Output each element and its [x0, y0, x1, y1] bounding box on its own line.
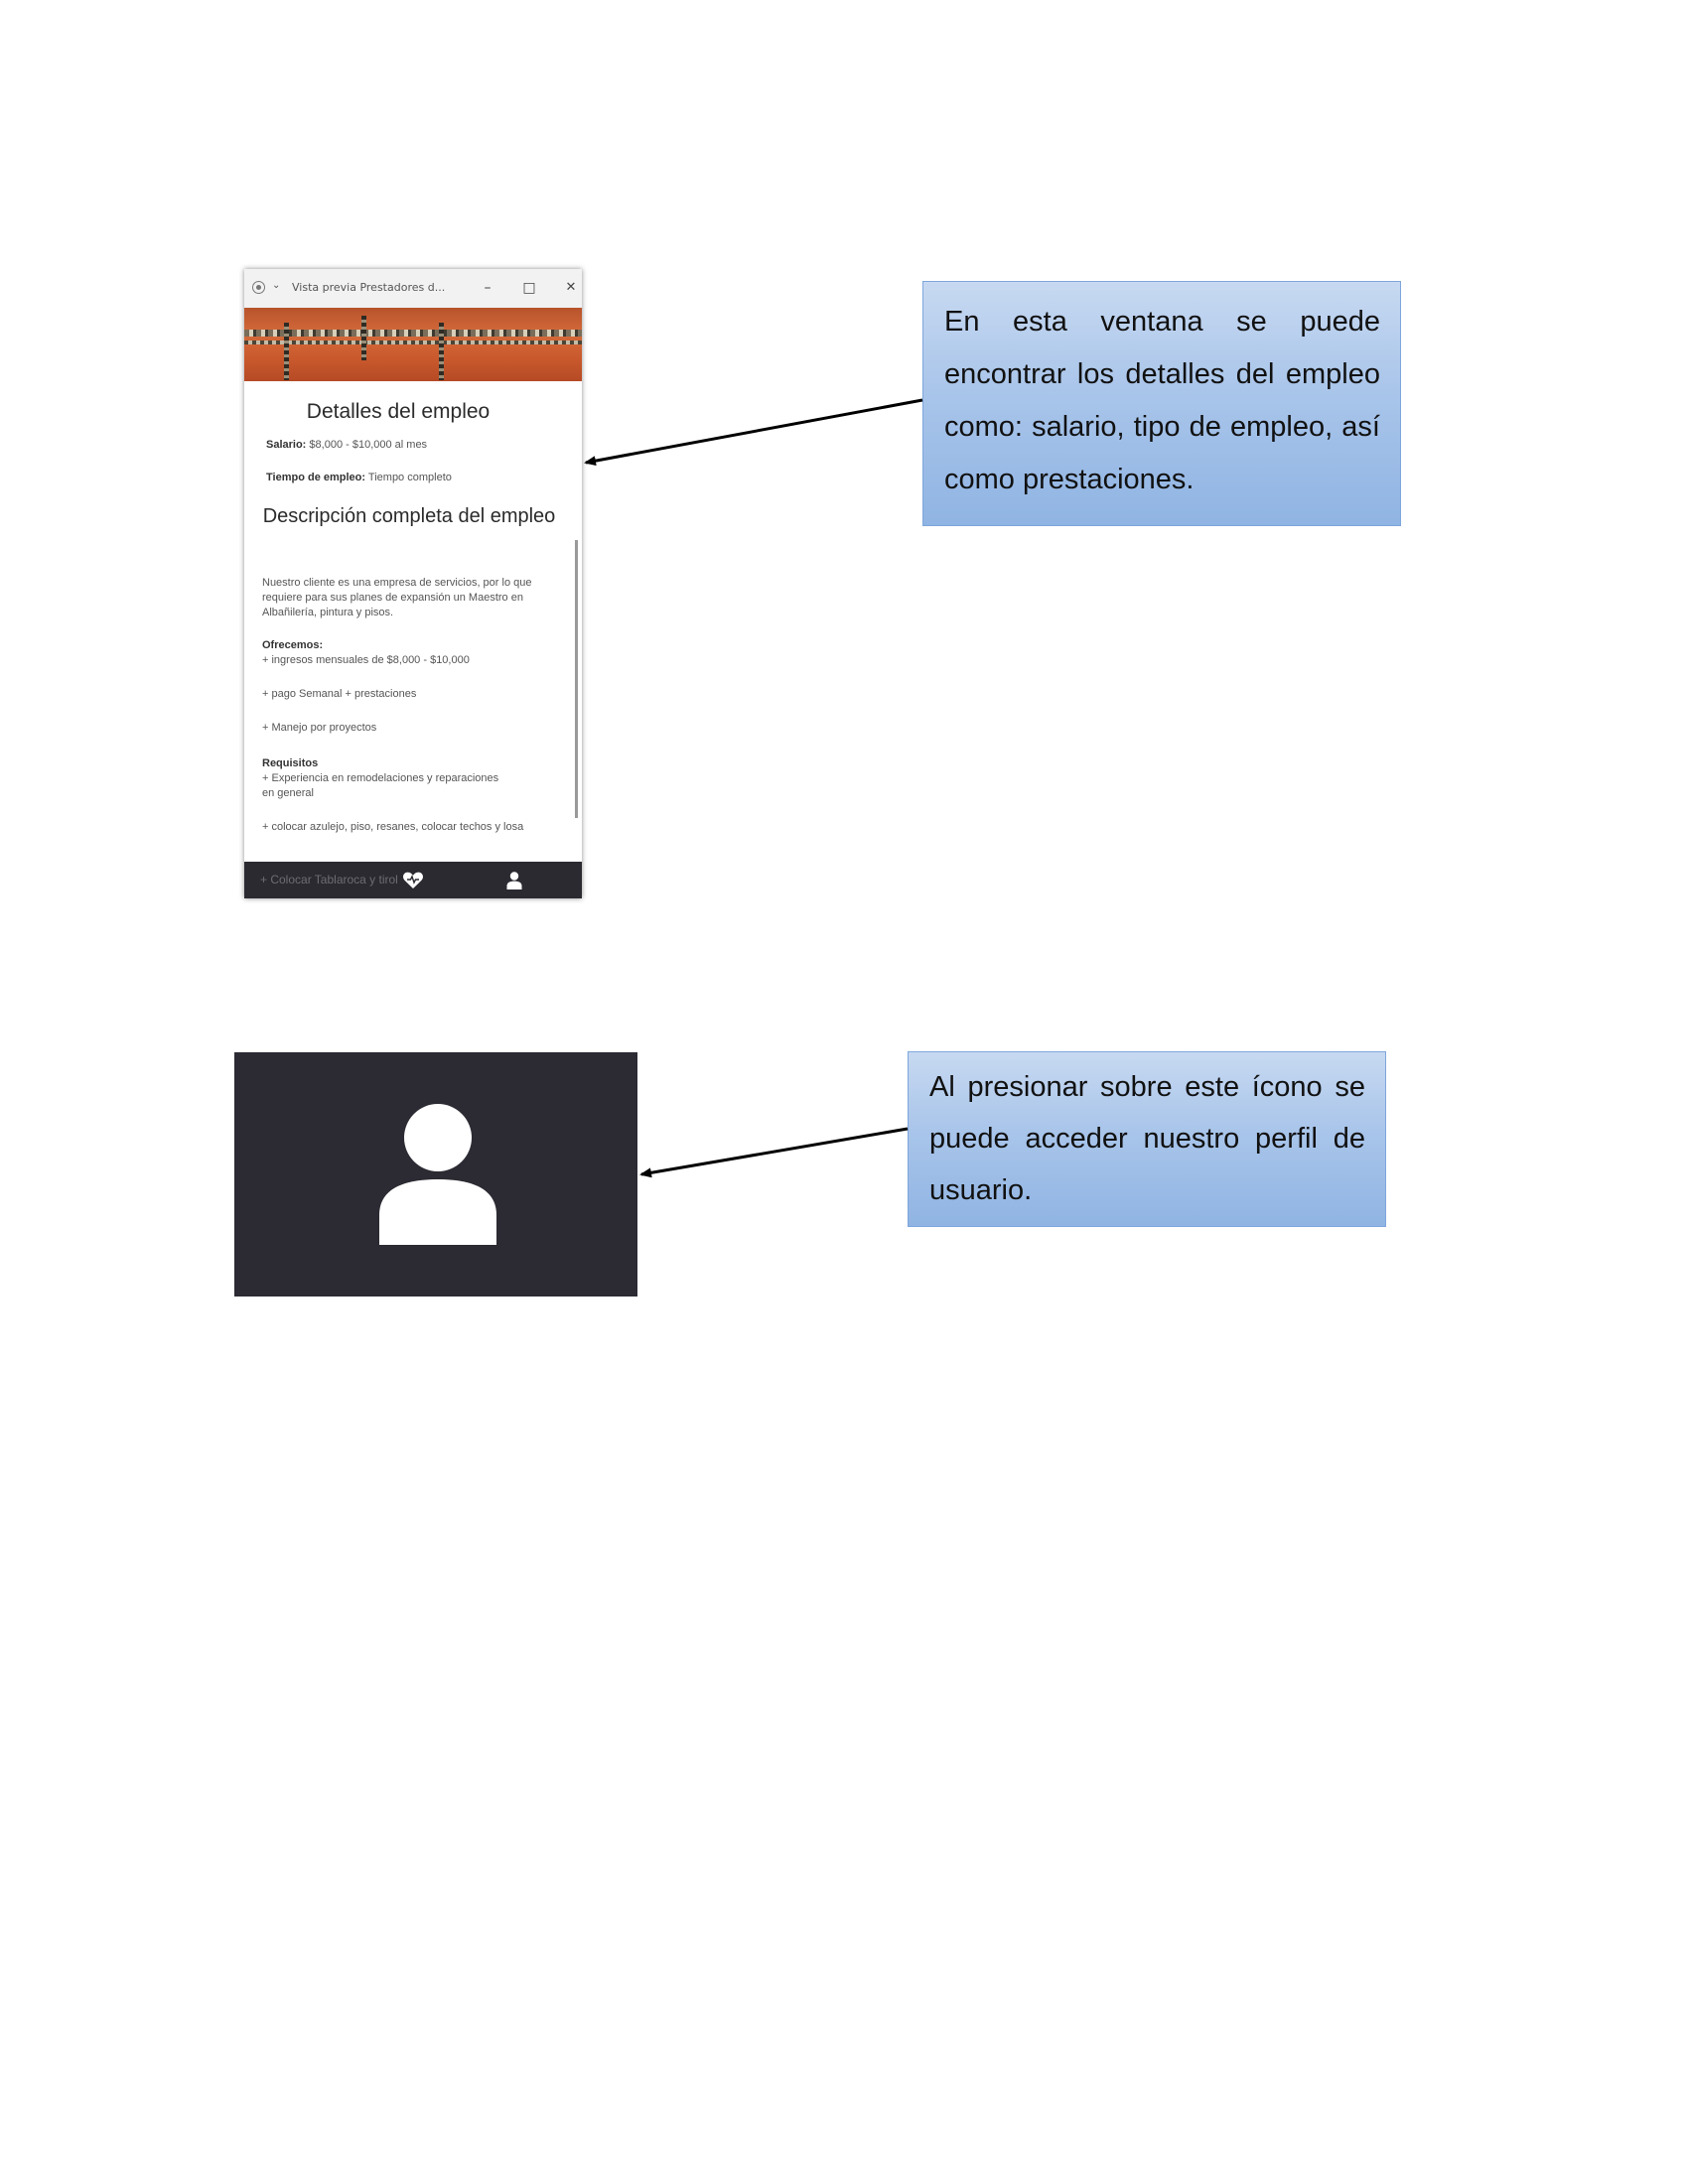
- user-icon[interactable]: [506, 872, 522, 894]
- description-text: Nuestro cliente es una empresa de servic…: [262, 577, 532, 618]
- job-details-heading: Detalles del empleo: [306, 400, 491, 423]
- scrolled-text-behind-navbar: + Colocar Tablaroca y tirol: [260, 873, 398, 887]
- window-titlebar: ⌄ Vista previa Prestadores d... – □ ✕: [244, 269, 582, 308]
- callout-job-details: En esta ventana se puede encontrar los d…: [922, 281, 1401, 526]
- header-banner-image: [244, 308, 582, 381]
- employment-type-row: Tiempo de empleo: Tiempo completo: [266, 471, 452, 485]
- offer-item: + pago Semanal + prestaciones: [262, 688, 417, 700]
- employment-type-label: Tiempo de empleo:: [266, 472, 366, 483]
- minimize-button[interactable]: –: [477, 278, 498, 298]
- scrollbar[interactable]: [575, 540, 578, 818]
- user-icon: [379, 1104, 496, 1245]
- arrow-to-profile-icon: [639, 1127, 909, 1178]
- salary-row: Salario: $8,000 - $10,000 al mes: [266, 438, 427, 453]
- heart-icon[interactable]: [402, 872, 424, 894]
- description-heading: Descripción completa del empleo: [262, 505, 556, 527]
- chevron-down-icon[interactable]: ⌄: [272, 280, 280, 291]
- salary-value: $8,000 - $10,000 al mes: [309, 439, 428, 451]
- offers-heading: Ofrecemos:: [262, 639, 324, 651]
- job-details-content: Detalles del empleo Salario: $8,000 - $1…: [244, 381, 582, 862]
- app-window-screenshot: ⌄ Vista previa Prestadores d... – □ ✕ De…: [244, 269, 582, 898]
- salary-label: Salario:: [266, 439, 307, 451]
- arrow-to-job-details: [584, 398, 923, 467]
- maximize-button[interactable]: □: [518, 278, 540, 298]
- employment-type-value: Tiempo completo: [367, 472, 452, 483]
- app-icon: [252, 281, 265, 294]
- offer-item: + ingresos mensuales de $8,000 - $10,000: [262, 654, 470, 666]
- callout-profile-icon: Al presionar sobre este ícono se puede a…: [908, 1051, 1386, 1227]
- profile-icon-zoom-panel: [234, 1052, 637, 1297]
- close-button[interactable]: ✕: [560, 278, 582, 298]
- requirements-heading: Requisitos: [262, 757, 319, 769]
- requirement-item: + Experiencia en remodelaciones y repara…: [262, 772, 499, 799]
- window-title: Vista previa Prestadores d...: [292, 281, 446, 294]
- offer-item: + Manejo por proyectos: [262, 722, 377, 734]
- requirement-item: + colocar azulejo, piso, resanes, coloca…: [262, 821, 524, 833]
- bottom-navbar: + Colocar Tablaroca y tirol: [244, 862, 582, 898]
